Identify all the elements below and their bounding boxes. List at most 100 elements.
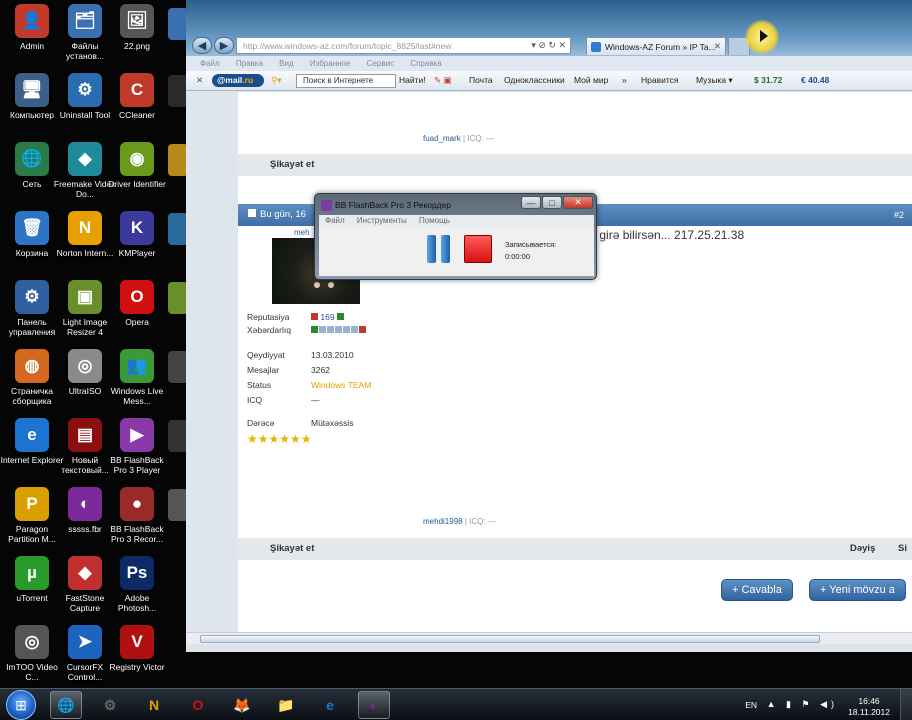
app-icon: ➤ [68, 625, 102, 659]
desktop-icon[interactable]: V Registry Victor [106, 625, 168, 693]
rep-minus-icon[interactable] [311, 313, 318, 320]
eur-rate: € 40.48 [801, 75, 830, 85]
taskbar-app-button[interactable]: 🌐 [50, 691, 82, 719]
recorder-menu: Файл Инструменты Помощь [319, 215, 594, 227]
like-button[interactable]: Нравится [641, 75, 679, 85]
clock-date: 18.11.2012 [848, 707, 890, 717]
myworld-button[interactable]: Мой мир [574, 75, 608, 85]
toolbar-search-input[interactable]: Поиск в Интернете [296, 74, 396, 88]
mailru-logo-right: .ru [242, 75, 254, 85]
app-icon: 🌐 [15, 142, 49, 176]
menu-file[interactable]: Файл [200, 59, 220, 68]
taskbar-app-button[interactable]: ⚙ [94, 691, 126, 719]
app-icon: ● [120, 487, 154, 521]
desktop-icon-label: BB FlashBack Pro 3 Player [110, 455, 164, 475]
find-button[interactable]: Найти! [399, 75, 426, 85]
app-icon: K [120, 211, 154, 245]
show-desktop-button[interactable] [900, 689, 912, 720]
minimize-button[interactable]: — [521, 196, 541, 209]
tab-windows-az[interactable]: Windows-AZ Forum » IP Ta... ✕ [586, 37, 726, 55]
toolbar-close-icon[interactable]: ✕ [196, 75, 203, 86]
back-button[interactable]: ◀ [192, 37, 212, 54]
desktop-icon[interactable]: O Opera [106, 280, 168, 348]
desktop-icon[interactable]: C CCleaner [106, 73, 168, 141]
toolbar-tools-icon[interactable]: ✎ ▣ [434, 75, 452, 86]
app-icon: O [120, 280, 154, 314]
desktop-icon-label: BB FlashBack Pro 3 Recor... [110, 524, 164, 544]
rep-plus-icon[interactable] [336, 313, 344, 320]
address-controls-icon[interactable]: ▾ ⊘ ↻ ✕ [531, 40, 566, 51]
registered-label: Qeydiyyat [247, 350, 285, 360]
reputation-number: 169 [320, 312, 335, 322]
post-date: Bu gün, 16 [260, 209, 306, 220]
start-button[interactable]: ⊞ [6, 690, 36, 720]
address-bar[interactable]: http://www.windows-az.com/forum/topic_88… [236, 37, 571, 54]
warning-label: Xəbərdarlıq [247, 325, 291, 335]
pause-button[interactable] [424, 235, 452, 263]
recorder-window: BB FlashBack Pro 3 Рекордер — □ ✕ Файл И… [314, 193, 597, 280]
post-number[interactable]: #2 [894, 210, 904, 220]
menu-favorites[interactable]: Избранное [310, 59, 351, 68]
recorder-menu-file[interactable]: Файл [325, 216, 345, 225]
forum-page: fuad_mark | ICQ: — Şikayət et Bu gün, 16… [186, 92, 912, 632]
prev-author-link[interactable]: fuad_mark [423, 134, 461, 143]
search-engine-icon[interactable]: ⚲▾ [271, 75, 282, 86]
music-button[interactable]: Музыка ▾ [696, 75, 733, 86]
toolbar-more-icon[interactable]: » [622, 75, 627, 85]
recording-label: Записывается: [505, 240, 557, 249]
status-value: Windows TEAM [311, 380, 372, 390]
desktop-icon[interactable]: 👥 Windows Live Mess... [106, 349, 168, 417]
scrollbar-thumb[interactable] [200, 635, 820, 643]
app-icon: ◎ [15, 625, 49, 659]
taskbar-app-button[interactable]: ◐ [358, 691, 390, 719]
clock[interactable]: 16:46 18.11.2012 [848, 696, 890, 718]
recorder-menu-help[interactable]: Помощь [419, 216, 450, 225]
complain-link[interactable]: Şikayət et [270, 543, 314, 554]
tab-close-icon[interactable]: ✕ [714, 41, 721, 52]
app-icon: µ [15, 556, 49, 590]
reply-button[interactable]: + Cavabla [721, 579, 793, 601]
horizontal-scrollbar[interactable] [186, 632, 912, 644]
desktop-icon[interactable]: Ps Adobe Photosh... [106, 556, 168, 624]
post-checkbox-icon[interactable] [248, 209, 256, 217]
clock-time: 16:46 [858, 696, 880, 706]
close-button[interactable]: ✕ [563, 196, 593, 209]
mail-button[interactable]: Почта [469, 75, 493, 85]
recording-status: Записывается: 0:00:00 [505, 239, 556, 263]
menu-help[interactable]: Справка [410, 59, 441, 68]
menu-edit[interactable]: Правка [236, 59, 263, 68]
edit-link-partial[interactable]: Si [898, 543, 907, 554]
taskbar-app-button[interactable]: 📁 [270, 691, 302, 719]
app-icon: ◎ [68, 349, 102, 383]
post-author-partial[interactable]: meh [294, 228, 310, 237]
desktop-icon[interactable]: K KMPlayer [106, 211, 168, 279]
app-icon: 🖼 [120, 4, 154, 38]
desktop-icon[interactable]: 🖼 22.png [106, 4, 168, 72]
post-author-link[interactable]: mehdi1998 [423, 517, 463, 526]
app-icon: C [120, 73, 154, 107]
tray-icons[interactable]: ▲ ▮ ⚑ ◀) [767, 699, 838, 710]
edit-link[interactable]: Dəyiş [850, 543, 875, 554]
mailru-logo[interactable]: @mail.ru [212, 74, 264, 87]
taskbar-app-button[interactable]: e [314, 691, 346, 719]
desktop-icon-label: CCleaner [119, 110, 155, 120]
search-placeholder: Поиск в Интернете [303, 76, 374, 85]
stop-button[interactable] [464, 235, 492, 263]
maximize-button[interactable]: □ [542, 196, 562, 209]
recorder-menu-tools[interactable]: Инструменты [357, 216, 407, 225]
post-actions: Şikayət et Dəyiş Si [238, 538, 912, 560]
taskbar-app-button[interactable]: 🦊 [226, 691, 258, 719]
odnoklassniki-button[interactable]: Одноклассники [504, 75, 565, 85]
new-topic-button[interactable]: + Yeni mövzu a [809, 579, 906, 601]
complain-link[interactable]: Şikayət et [270, 159, 314, 170]
prev-post-actions: Şikayət et [238, 154, 912, 176]
taskbar-app-button[interactable]: O [182, 691, 214, 719]
desktop-icon[interactable]: ▶ BB FlashBack Pro 3 Player [106, 418, 168, 486]
menu-view[interactable]: Вид [279, 59, 293, 68]
taskbar-app-button[interactable]: N [138, 691, 170, 719]
desktop-icon[interactable]: ◉ Driver Identifier [106, 142, 168, 210]
desktop-icon[interactable]: ● BB FlashBack Pro 3 Recor... [106, 487, 168, 555]
menu-tools[interactable]: Сервис [367, 59, 394, 68]
language-indicator[interactable]: EN [745, 700, 757, 710]
forward-button[interactable]: ▶ [214, 37, 234, 54]
